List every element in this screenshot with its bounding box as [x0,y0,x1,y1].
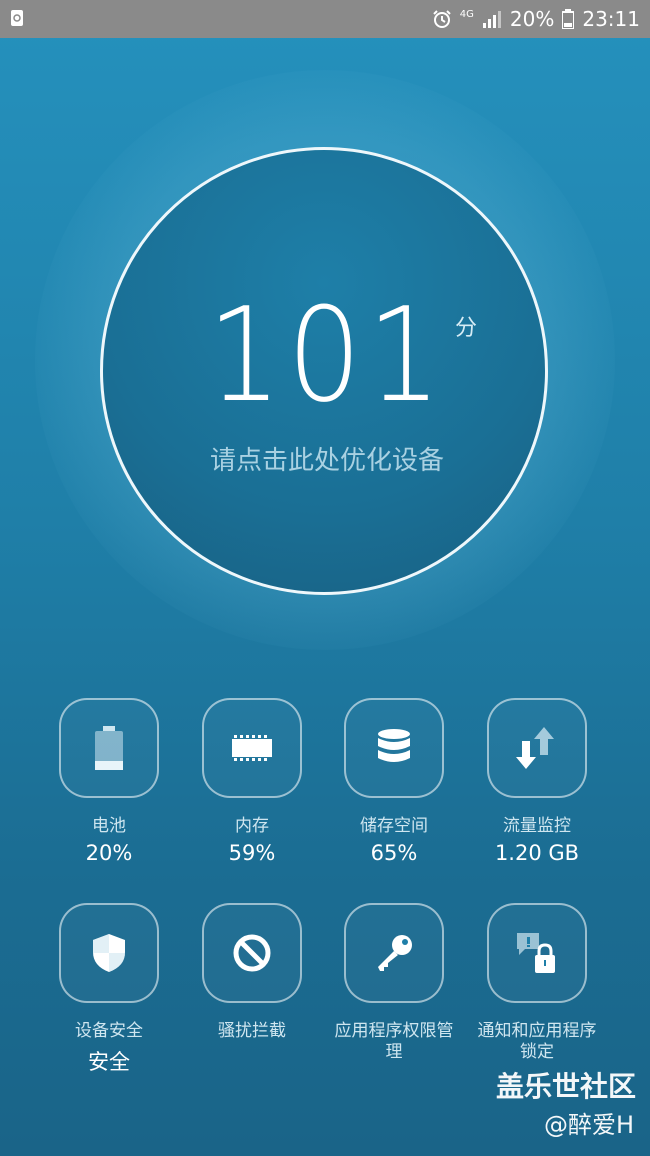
battery-tile-button[interactable] [59,698,159,798]
watermark-author: @醉爱H [543,1111,634,1139]
tile-device-security[interactable]: 设备安全 安全 [38,903,180,1076]
tile-label: 设备安全 [75,1021,143,1041]
network-type: 4G [459,8,474,20]
tile-data-usage[interactable]: 流量监控 1.20 GB [466,698,608,865]
optimize-hint: 请点击此处优化设备 [209,446,444,476]
status-bar: 4G 20% 23:11 [0,0,650,38]
memory-chip-icon [232,735,272,761]
tile-label: 应用程序权限管理 [334,1021,454,1062]
key-icon [378,935,412,971]
tile-label: 储存空间 [360,816,428,836]
shield-icon [93,934,125,972]
tile-app-permissions[interactable]: 应用程序权限管理 [323,903,465,1063]
recycle-notification-icon [11,10,23,26]
permissions-tile-button[interactable] [344,903,444,1003]
block-tile-button[interactable] [202,903,302,1003]
tile-value: 安全 [88,1050,130,1074]
score-unit: 分 [455,316,478,341]
tile-harassment-block[interactable]: 骚扰拦截 [181,903,323,1042]
tile-label: 电池 [92,816,126,836]
battery-status-icon [562,9,575,29]
tile-label: 内存 [235,816,269,836]
battery-percent: 20% [509,7,555,31]
battery-icon [95,726,123,770]
tile-notification-app-lock[interactable]: 通知和应用程序锁定 [466,903,608,1063]
data-transfer-icon [516,727,554,769]
tile-label: 骚扰拦截 [218,1021,286,1041]
tile-label: 流量监控 [503,816,571,836]
storage-tile-button[interactable] [344,698,444,798]
notification-lock-tile-button[interactable] [487,903,587,1003]
storage-database-icon [378,729,410,762]
notification-lock-icon [517,933,555,973]
tile-storage[interactable]: 储存空间 65% [323,698,465,865]
tile-battery[interactable]: 电池 20% [38,698,180,865]
tile-label: 通知和应用程序锁定 [477,1021,597,1062]
device-score: 101 [207,279,447,431]
tile-memory[interactable]: 内存 59% [181,698,323,865]
tile-value: 1.20 GB [494,841,580,865]
optimize-score-button[interactable]: 101 分 请点击此处优化设备 [100,147,548,595]
signal-icon [482,11,501,28]
security-tile-button[interactable] [59,903,159,1003]
tile-value: 65% [370,841,418,865]
memory-tile-button[interactable] [202,698,302,798]
tile-value: 20% [85,841,133,865]
block-icon [233,934,271,972]
data-usage-tile-button[interactable] [487,698,587,798]
watermark-community: 盖乐世社区 [495,1070,636,1103]
clock: 23:11 [582,7,640,31]
alarm-icon [433,10,451,28]
tile-value: 59% [228,841,276,865]
